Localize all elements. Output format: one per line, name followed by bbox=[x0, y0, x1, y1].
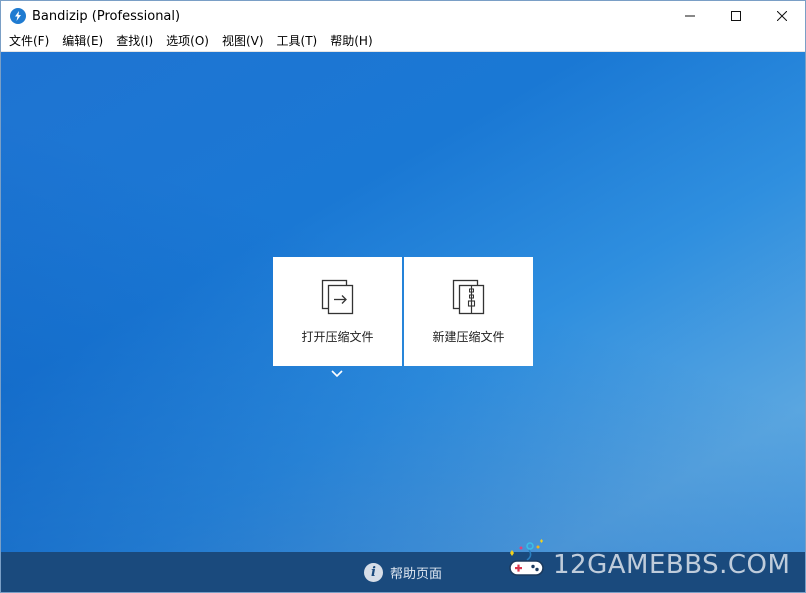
open-archive-tile[interactable]: 打开压缩文件 bbox=[273, 257, 402, 366]
start-tiles: 打开压缩文件 新建压缩文件 bbox=[273, 257, 535, 367]
close-button[interactable] bbox=[759, 1, 805, 31]
close-icon bbox=[777, 11, 787, 21]
menu-file[interactable]: 文件(F) bbox=[5, 31, 53, 52]
gamepad-logo-icon bbox=[509, 539, 544, 576]
chevron-down-icon[interactable] bbox=[330, 369, 344, 379]
menu-view[interactable]: 视图(V) bbox=[218, 31, 268, 52]
watermark-text: 12GAMEBBS.COM bbox=[553, 550, 791, 580]
watermark: 12GAMEBBS.COM bbox=[507, 539, 790, 581]
menu-bar: 文件(F) 编辑(E) 查找(I) 选项(O) 视图(V) 工具(T) 帮助(H… bbox=[1, 31, 805, 52]
menu-options[interactable]: 选项(O) bbox=[162, 31, 213, 52]
minimize-button[interactable] bbox=[667, 1, 713, 31]
menu-edit[interactable]: 编辑(E) bbox=[58, 31, 107, 52]
main-area: 打开压缩文件 新建压缩文件 bbox=[1, 52, 805, 552]
new-archive-icon bbox=[452, 279, 484, 315]
menu-find[interactable]: 查找(I) bbox=[112, 31, 157, 52]
menu-help[interactable]: 帮助(H) bbox=[326, 31, 376, 52]
bandizip-window: Bandizip (Professional) 文件(F) 编辑(E) 查找(I… bbox=[0, 0, 806, 593]
open-archive-icon bbox=[321, 279, 353, 315]
info-icon: i bbox=[364, 563, 383, 582]
window-controls bbox=[667, 1, 805, 31]
new-archive-tile[interactable]: 新建压缩文件 bbox=[404, 257, 533, 366]
help-link[interactable]: i 帮助页面 bbox=[364, 563, 442, 582]
maximize-icon bbox=[731, 11, 741, 21]
open-archive-label: 打开压缩文件 bbox=[301, 330, 374, 344]
maximize-button[interactable] bbox=[713, 1, 759, 31]
window-title: Bandizip (Professional) bbox=[32, 8, 181, 24]
bandizip-app-icon bbox=[10, 8, 26, 24]
title-bar[interactable]: Bandizip (Professional) bbox=[1, 1, 805, 31]
help-label: 帮助页面 bbox=[390, 567, 443, 582]
minimize-icon bbox=[685, 15, 695, 17]
new-archive-label: 新建压缩文件 bbox=[432, 330, 505, 344]
menu-tools[interactable]: 工具(T) bbox=[273, 31, 322, 52]
